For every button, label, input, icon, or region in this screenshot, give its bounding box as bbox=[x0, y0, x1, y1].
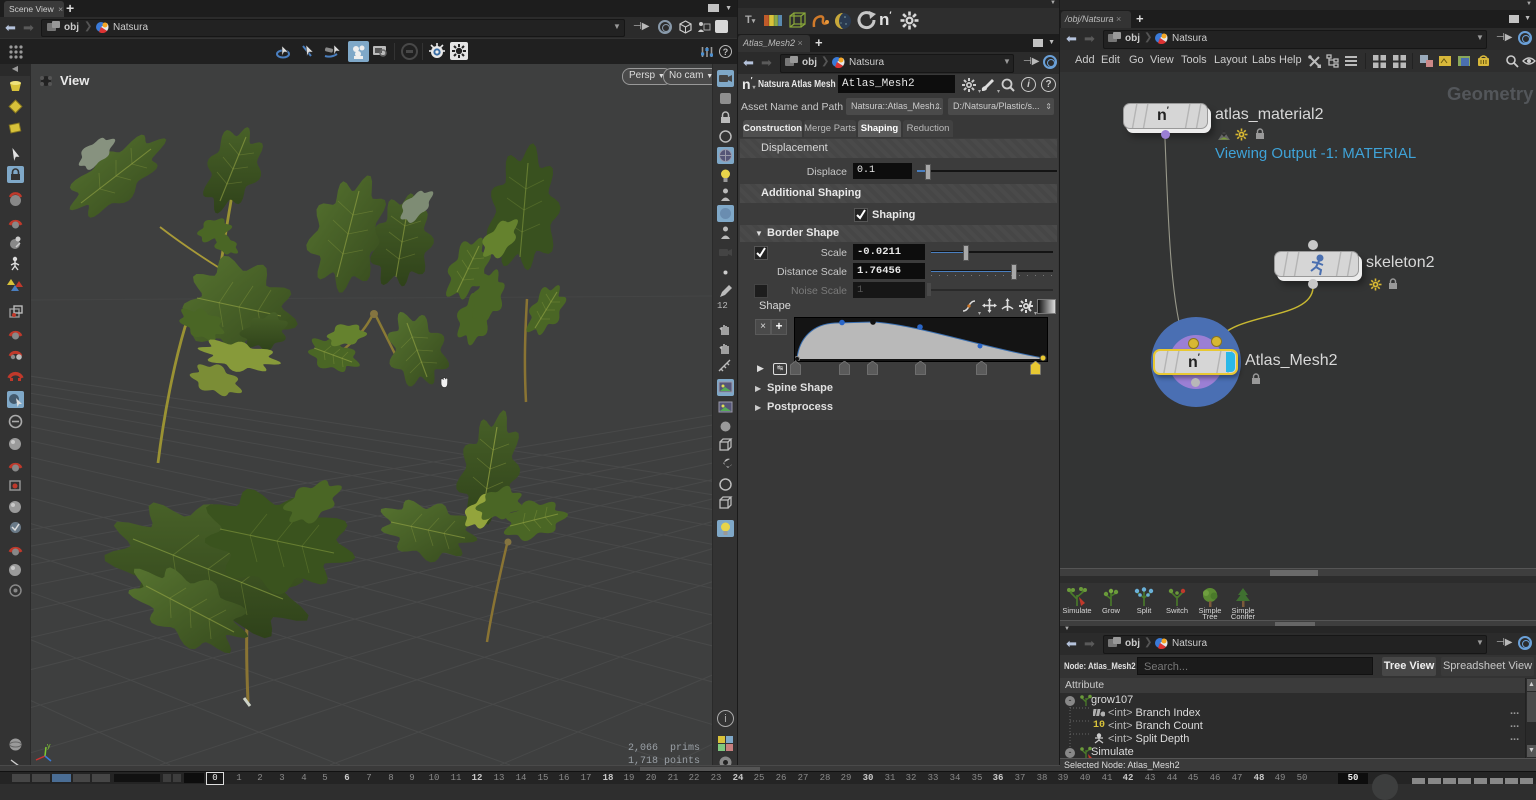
svg-text:y: y bbox=[47, 744, 51, 750]
